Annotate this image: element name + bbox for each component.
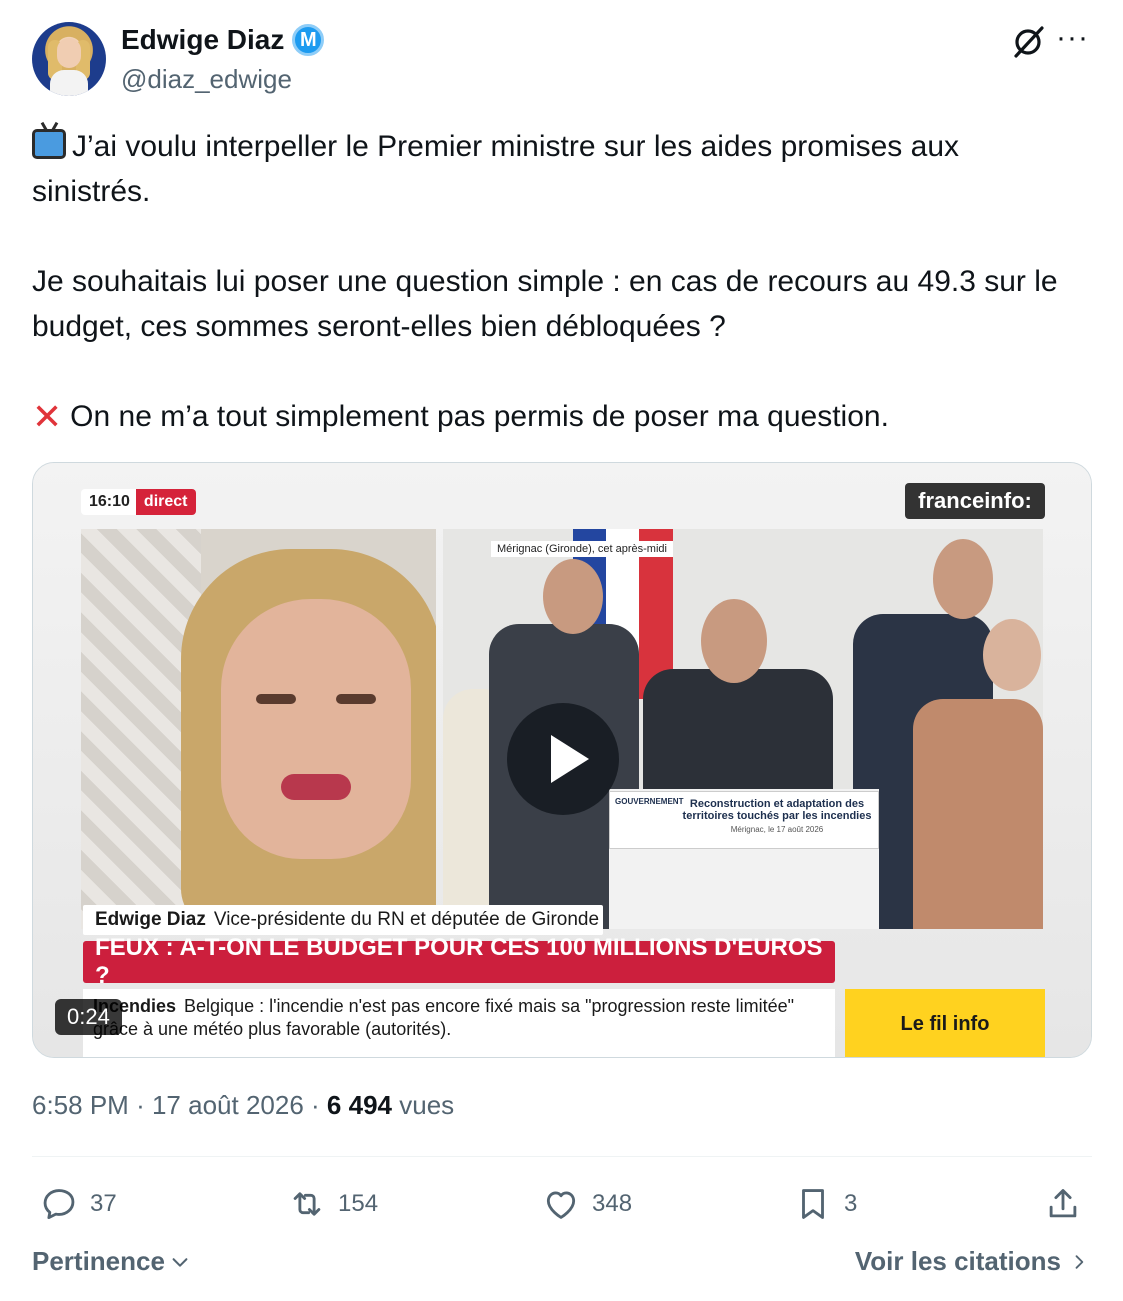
avatar-face bbox=[57, 38, 81, 68]
share-button[interactable] bbox=[1044, 1176, 1082, 1232]
reply-count: 37 bbox=[90, 1190, 117, 1217]
video-duration: 0:24 bbox=[55, 999, 122, 1035]
like-count: 348 bbox=[592, 1190, 633, 1217]
meta-separator-2: · bbox=[311, 1090, 320, 1120]
speaker-face bbox=[221, 599, 411, 859]
news-headline: FEUX : A-T-ON LE BUDGET POUR CES 100 MIL… bbox=[83, 934, 835, 989]
sort-dropdown[interactable]: Pertinence bbox=[32, 1246, 191, 1277]
author-name[interactable]: Edwige Diaz bbox=[121, 24, 284, 56]
repost-count: 154 bbox=[338, 1190, 379, 1217]
reply-button[interactable]: 37 bbox=[40, 1176, 117, 1232]
tweet-text: J’ai voulu interpeller le Premier minist… bbox=[32, 124, 1082, 439]
author-name-row[interactable]: Edwige Diaz M bbox=[121, 24, 325, 56]
broadcast-time: 16:10 bbox=[89, 493, 130, 510]
grok-slash-icon[interactable] bbox=[1010, 24, 1046, 60]
tweet-line-1: J’ai voulu interpeller le Premier minist… bbox=[32, 130, 968, 208]
podium-government-label: GOUVERNEMENT bbox=[615, 797, 684, 806]
television-emoji-icon bbox=[32, 129, 66, 159]
speaker-eye-left bbox=[256, 694, 296, 704]
person-suit-left-head bbox=[543, 559, 603, 634]
speaker-video-pane bbox=[81, 529, 436, 929]
action-bar: 37 154 348 3 bbox=[32, 1176, 1092, 1232]
live-label: direct bbox=[135, 489, 196, 515]
chevron-down-icon bbox=[172, 1257, 188, 1267]
verified-badge-icon[interactable]: M bbox=[292, 24, 325, 56]
podium-date: Mérignac, le 17 août 2026 bbox=[730, 825, 824, 834]
fil-info-label: Le fil info bbox=[845, 989, 1045, 1057]
lower-third-role: Vice-présidente du RN et députée de Giro… bbox=[213, 909, 600, 930]
divider bbox=[32, 1156, 1092, 1157]
ticker-text: Belgique : l'incendie n'est pas encore f… bbox=[93, 996, 794, 1039]
bookmark-button[interactable]: 3 bbox=[794, 1176, 857, 1232]
person-center-head bbox=[701, 599, 767, 683]
view-quotes-label: Voir les citations bbox=[854, 1246, 1061, 1276]
post-time[interactable]: 6:58 PM bbox=[32, 1090, 129, 1120]
podium-title: Reconstruction et adaptation des territo… bbox=[682, 798, 872, 822]
cross-mark-emoji-icon: ✕ bbox=[32, 396, 63, 437]
repost-icon bbox=[293, 1192, 321, 1216]
tweet-line-2: Je souhaitais lui poser une question sim… bbox=[32, 265, 1066, 343]
franceinfo-logo: franceinfo: bbox=[905, 483, 1045, 519]
chevron-right-icon bbox=[1075, 1254, 1084, 1269]
view-count: 6 494 bbox=[326, 1090, 392, 1120]
view-quotes-link[interactable]: Voir les citations bbox=[855, 1246, 1089, 1277]
like-button[interactable]: 348 bbox=[542, 1176, 632, 1232]
speaker-mouth bbox=[281, 774, 351, 800]
avatar[interactable] bbox=[32, 22, 106, 96]
location-caption: Mérignac (Gironde), cet après-midi bbox=[491, 541, 673, 557]
post-date[interactable]: 17 août 2026 bbox=[152, 1090, 304, 1120]
avatar-shirt bbox=[50, 70, 88, 96]
play-button-icon[interactable] bbox=[507, 703, 619, 815]
bookmark-count: 3 bbox=[844, 1190, 858, 1217]
tweet-metadata: 6:58 PM · 17 août 2026 · 6 494 vues bbox=[32, 1090, 454, 1121]
sort-label: Pertinence bbox=[32, 1246, 165, 1276]
reply-icon bbox=[43, 1189, 75, 1220]
lower-third-name: Edwige Diaz Vice-présidente du RN et dép… bbox=[83, 905, 603, 935]
person-suit-right-head bbox=[933, 539, 993, 619]
views-label: vues bbox=[399, 1090, 455, 1120]
share-icon bbox=[1049, 1189, 1077, 1218]
bookmark-icon bbox=[802, 1189, 824, 1219]
tweet-line-3: On ne m’a tout simplement pas permis de … bbox=[70, 400, 889, 433]
person-right-head bbox=[983, 619, 1041, 691]
live-time-badge: 16:10 direct bbox=[81, 489, 196, 515]
person-right bbox=[913, 699, 1043, 929]
speaker-eye-right bbox=[336, 694, 376, 704]
meta-separator-1: · bbox=[136, 1090, 145, 1120]
news-ticker: Incendies Belgique : l'incendie n'est pas… bbox=[83, 989, 835, 1057]
heart-icon bbox=[546, 1191, 576, 1219]
tweet-header: Edwige Diaz M @diaz_edwige ··· bbox=[32, 22, 1092, 98]
more-options-icon[interactable]: ··· bbox=[1056, 23, 1089, 53]
lower-third-person: Edwige Diaz bbox=[95, 909, 206, 930]
video-player[interactable]: 16:10 direct franceinfo: Mérignac (Giron… bbox=[32, 462, 1092, 1058]
author-handle[interactable]: @diaz_edwige bbox=[121, 64, 292, 95]
repost-button[interactable]: 154 bbox=[288, 1176, 378, 1232]
